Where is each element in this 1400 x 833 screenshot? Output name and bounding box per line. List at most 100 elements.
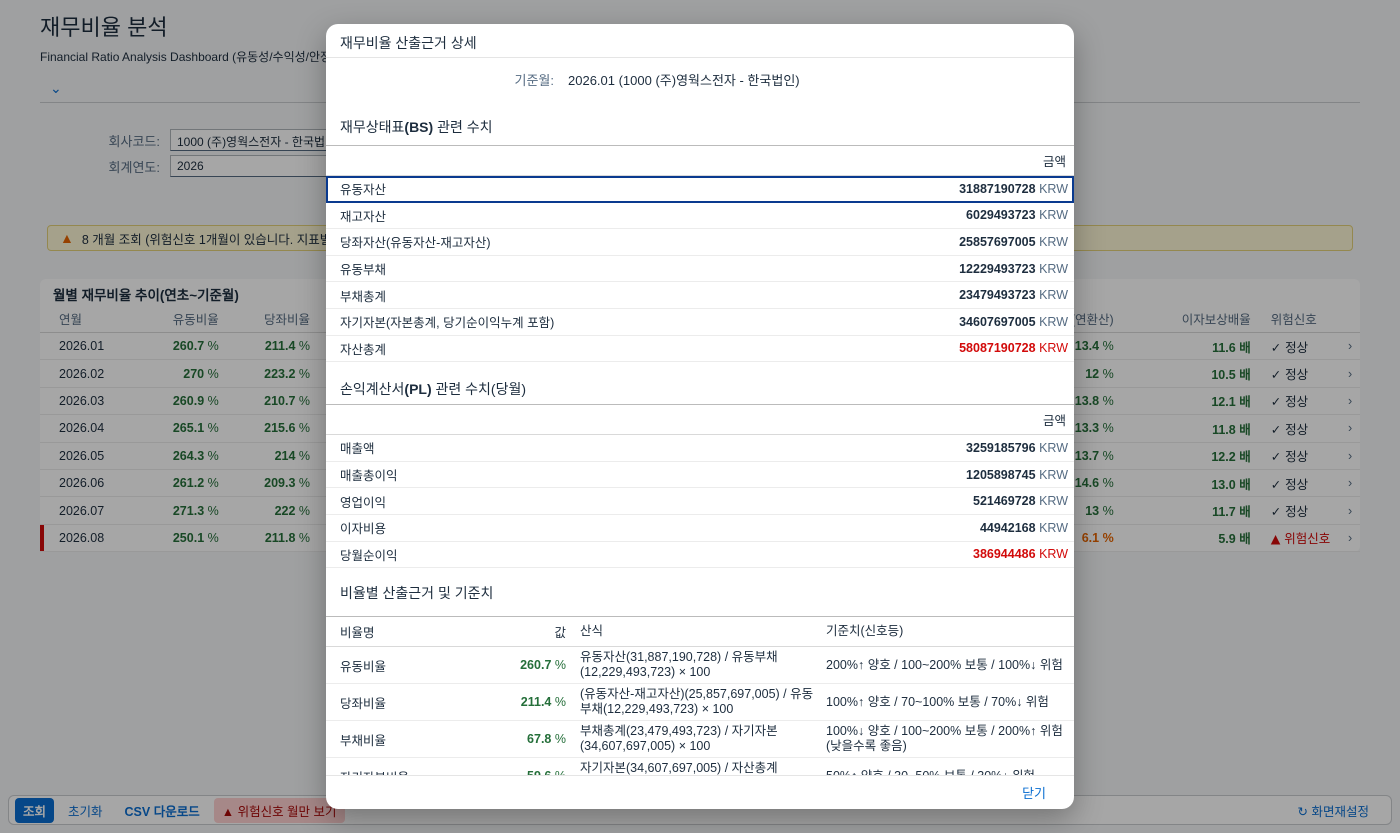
amount-row-value: 386944486 KRW <box>973 547 1068 561</box>
amount-number: 44942168 <box>979 520 1036 535</box>
amount-row-name: 이자비용 <box>340 522 387 537</box>
amount-row-name: 자기자본(자본총계, 당기순이익누계 포함) <box>340 316 555 331</box>
amount-number: 25857697005 <box>959 234 1036 249</box>
amount-row[interactable]: 당월순이익 386944486 KRW <box>326 542 1074 569</box>
amount-number: 3259185796 <box>966 440 1036 455</box>
ratio-row[interactable]: 당좌비율 211.4 % (유동자산-재고자산)(25,857,697,005) /… <box>326 684 1074 722</box>
amount-row[interactable]: 이자비용 44942168 KRW <box>326 515 1074 542</box>
currency-unit: KRW <box>1039 341 1068 356</box>
amount-row[interactable]: 유동자산 31887190728 KRW <box>326 176 1074 203</box>
amount-row-name: 자산총계 <box>340 342 387 357</box>
pct-unit: % <box>554 695 566 710</box>
currency-unit: KRW <box>1039 547 1068 562</box>
amount-row[interactable]: 매출총이익 1205898745 KRW <box>326 462 1074 489</box>
amount-number: 6029493723 <box>966 208 1036 223</box>
amount-number: 12229493723 <box>959 261 1036 276</box>
amount-row[interactable]: 매출액 3259185796 KRW <box>326 435 1074 462</box>
amount-row-value: 23479493723 KRW <box>959 288 1068 302</box>
ratio-value: 211.4 % <box>506 695 566 709</box>
ratio-formula: (유동자산-재고자산)(25,857,697,005) / 유동부채(12,22… <box>580 687 814 717</box>
basis-value: 2026.01 (1000 (주)영웍스전자 - 한국법인) <box>568 72 800 88</box>
amount-row[interactable]: 부채총계 23479493723 KRW <box>326 282 1074 309</box>
dialog-title: 재무비율 산출근거 상세 <box>326 24 1074 58</box>
currency-unit: KRW <box>1039 467 1068 482</box>
amount-row-name: 매출액 <box>340 442 375 457</box>
ratio-standard: 100%↑ 양호 / 70~100% 보통 / 70%↓ 위험 <box>826 694 1049 709</box>
amount-row-value: 58087190728 KRW <box>959 341 1068 355</box>
ratio-formula: 부채총계(23,479,493,723) / 자기자본(34,607,697,0… <box>580 724 778 754</box>
ratio-row[interactable]: 부채비율 67.8 % 부채총계(23,479,493,723) / 자기자본(34… <box>326 721 1074 759</box>
currency-unit: KRW <box>1039 181 1068 196</box>
currency-unit: KRW <box>1039 208 1068 223</box>
pct-unit: % <box>554 658 566 673</box>
ratio-value: 260.7 % <box>506 658 566 672</box>
amount-number: 1205898745 <box>966 467 1036 482</box>
amount-row-value: 12229493723 KRW <box>959 262 1068 276</box>
amount-row-value: 6029493723 KRW <box>966 208 1068 222</box>
amount-row-name: 당월순이익 <box>340 548 398 563</box>
ratio-col-formula: 산식 <box>580 624 604 639</box>
amount-row[interactable]: 당좌자산(유동자산-재고자산) 25857697005 KRW <box>326 229 1074 256</box>
amount-row-name: 당좌자산(유동자산-재고자산) <box>340 236 491 251</box>
ratio-name: 당좌비율 <box>340 696 387 711</box>
ratio-row[interactable]: 자기자본비율59.6 %자기자본(34,607,697,005) / 자산총계(… <box>326 758 1074 775</box>
amount-row-value: 44942168 KRW <box>980 521 1068 535</box>
amount-number: 31887190728 <box>959 181 1036 196</box>
ratio-formula: 자기자본(34,607,697,005) / 자산총계(58,087,190,7… <box>580 761 778 775</box>
amount-row-name: 영업이익 <box>340 495 387 510</box>
amount-row[interactable]: 영업이익 521469728 KRW <box>326 488 1074 515</box>
amount-number: 521469728 <box>973 494 1036 509</box>
amount-row-value: 3259185796 KRW <box>966 441 1068 455</box>
ratio-standard: 100%↓ 양호 / 100~200% 보통 / 200%↑ 위험 (낮을수록 … <box>826 724 1063 754</box>
ratio-row[interactable]: 유동비율 260.7 % 유동자산(31,887,190,728) / 유동부채(1… <box>326 647 1074 685</box>
ratio-value-number: 67.8 <box>527 732 552 747</box>
amount-row-name: 유동부채 <box>340 263 387 278</box>
amount-number: 386944486 <box>973 547 1036 562</box>
ratio-section-title: 비율별 산출근거 및 기준치 <box>326 568 1074 618</box>
currency-unit: KRW <box>1039 234 1068 249</box>
ratio-col-value: 값 <box>554 626 566 641</box>
ratio-col-name: 비율명 <box>340 626 375 641</box>
ratio-value-number: 211.4 <box>520 695 552 710</box>
ratio-name: 부채비율 <box>340 733 387 748</box>
amount-row-name: 매출총이익 <box>340 469 398 484</box>
amount-row-value: 521469728 KRW <box>973 494 1068 508</box>
basis-label: 기준월: <box>514 72 555 88</box>
amount-row-value: 31887190728 KRW <box>959 182 1068 196</box>
ratio-name: 자기자본비율 <box>326 767 506 775</box>
pct-unit: % <box>554 732 566 747</box>
amount-row[interactable]: 자산총계 58087190728 KRW <box>326 336 1074 363</box>
amount-number: 58087190728 <box>959 341 1036 356</box>
close-button[interactable]: 닫기 <box>1022 783 1046 802</box>
amount-row-name: 유동자산 <box>340 183 387 198</box>
bs-section-title: 재무상태표(BS) 관련 수치 <box>326 100 1074 146</box>
ratio-name: 유동비율 <box>340 659 387 674</box>
ratio-table-header: 비율명 값 산식 기준치(신호등) <box>326 617 1074 648</box>
amount-row-value: 34607697005 KRW <box>959 315 1068 329</box>
ratio-standard: 200%↑ 양호 / 100~200% 보통 / 100%↓ 위험 <box>826 657 1063 672</box>
currency-unit: KRW <box>1039 520 1068 535</box>
currency-unit: KRW <box>1039 494 1068 509</box>
ratio-value-number: 260.7 <box>520 658 552 673</box>
dialog-body[interactable]: 기준월: 2026.01 (1000 (주)영웍스전자 - 한국법인) 재무상태… <box>326 58 1074 775</box>
currency-unit: KRW <box>1039 440 1068 455</box>
currency-unit: KRW <box>1039 314 1068 329</box>
ratio-detail-dialog: 재무비율 산출근거 상세 기준월: 2026.01 (1000 (주)영웍스전자… <box>326 24 1074 809</box>
amount-number: 23479493723 <box>959 288 1036 303</box>
basis-month: 기준월: 2026.01 (1000 (주)영웍스전자 - 한국법인) <box>326 58 1074 100</box>
pl-amount-header: 금액 <box>326 405 1074 436</box>
amount-row[interactable]: 재고자산 6029493723 KRW <box>326 203 1074 230</box>
dialog-footer: 닫기 <box>326 775 1074 809</box>
amount-row-name: 재고자산 <box>340 209 387 224</box>
ratio-formula: 유동자산(31,887,190,728) / 유동부채(12,229,493,7… <box>580 650 778 680</box>
currency-unit: KRW <box>1039 288 1068 303</box>
ratio-col-standard: 기준치(신호등) <box>826 624 904 639</box>
currency-unit: KRW <box>1039 261 1068 276</box>
ratio-value: 67.8 % <box>506 732 566 746</box>
amount-row-name: 부채총계 <box>340 289 387 304</box>
amount-row-value: 25857697005 KRW <box>959 235 1068 249</box>
bs-amount-header: 금액 <box>326 146 1074 176</box>
amount-row[interactable]: 유동부채 12229493723 KRW <box>326 256 1074 283</box>
amount-row[interactable]: 자기자본(자본총계, 당기순이익누계 포함) 34607697005 KRW <box>326 309 1074 336</box>
amount-number: 34607697005 <box>959 314 1036 329</box>
